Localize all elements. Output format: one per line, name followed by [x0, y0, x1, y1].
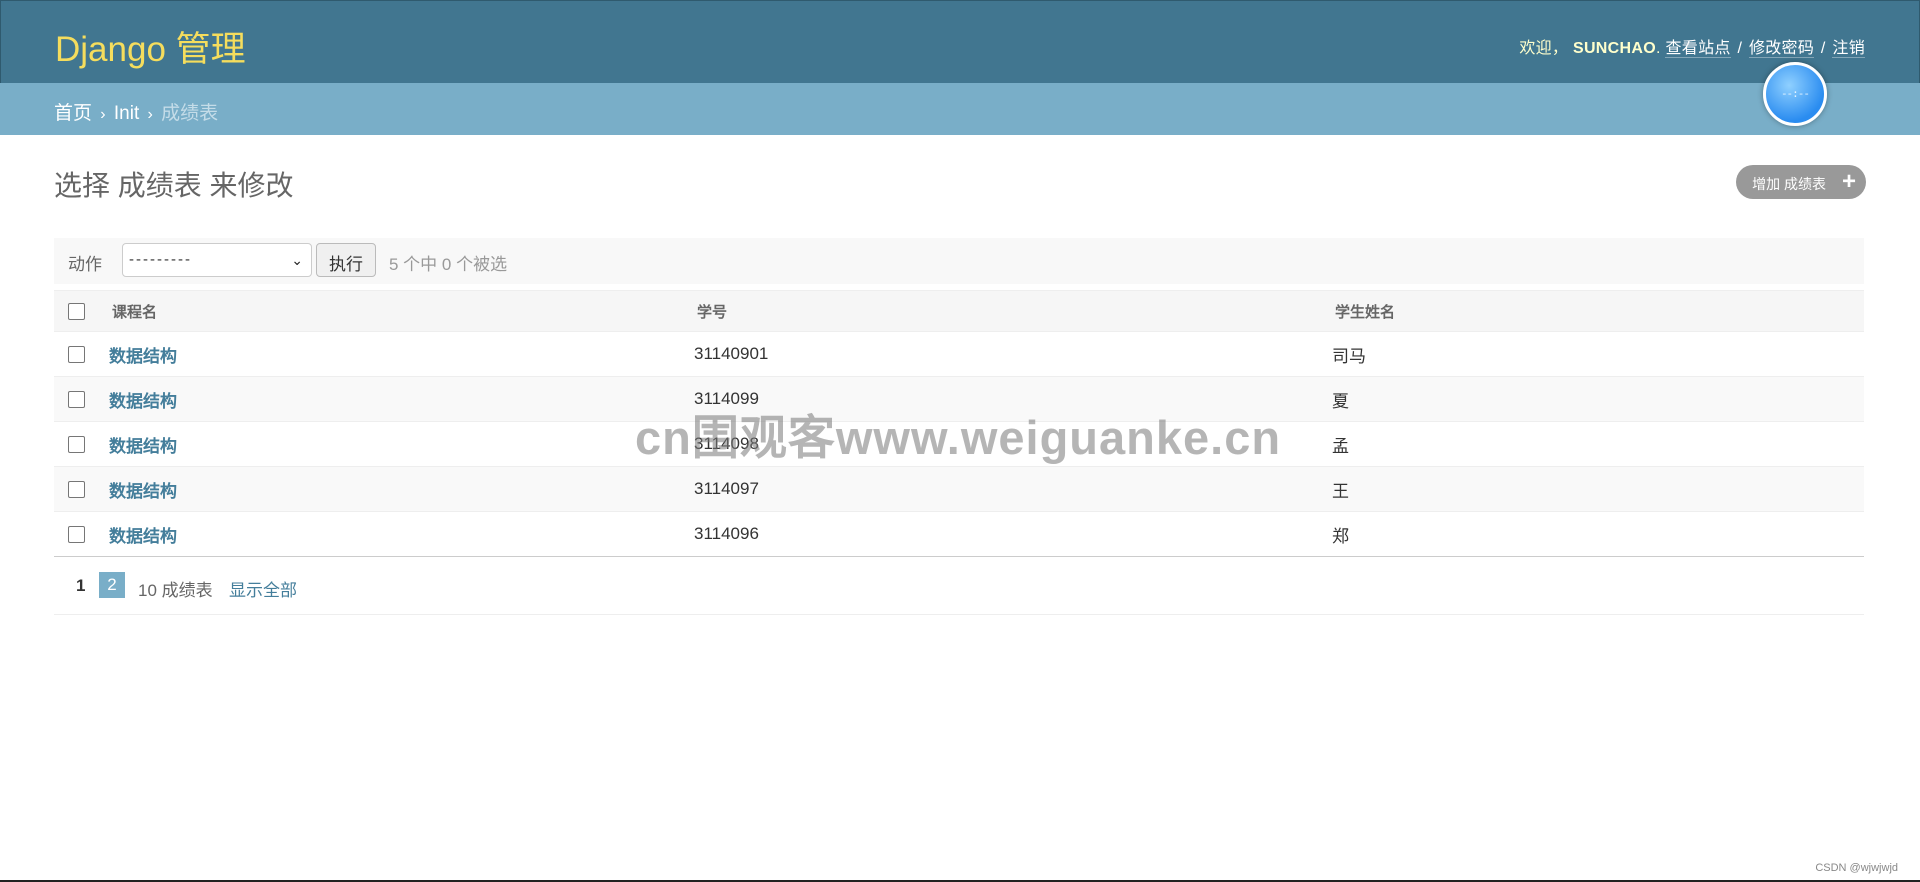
- selection-counter: 5 个中 0 个被选: [389, 255, 508, 274]
- course-link[interactable]: 数据结构: [109, 437, 177, 456]
- row-checkbox[interactable]: [68, 436, 85, 454]
- breadcrumb-home[interactable]: 首页: [54, 103, 92, 124]
- student-name-cell: 司马: [1332, 331, 1864, 377]
- add-button-label: 增加 成绩表: [1752, 176, 1826, 192]
- student-id-cell: 31140901: [694, 331, 1332, 377]
- table-row: 数据结构 3114096 郑: [54, 511, 1864, 557]
- site-branding[interactable]: Django 管理: [55, 21, 246, 72]
- row-checkbox[interactable]: [68, 526, 85, 544]
- row-checkbox[interactable]: [68, 346, 85, 364]
- student-name-cell: 王: [1332, 466, 1864, 512]
- change-password-link[interactable]: 修改密码: [1748, 40, 1815, 58]
- user-tools: 欢迎， SUNCHAO. 查看站点 / 修改密码 / 注销: [1519, 40, 1865, 58]
- course-link[interactable]: 数据结构: [109, 482, 177, 501]
- clock-text: --:--: [1780, 87, 1810, 100]
- actions-label: 动作: [68, 255, 102, 274]
- select-all-cell: [54, 290, 109, 332]
- breadcrumb-app[interactable]: Init: [114, 103, 139, 124]
- column-header-course[interactable]: 课程名: [109, 290, 694, 332]
- breadcrumb-separator: ›: [147, 106, 153, 123]
- table-row: 数据结构 3114097 王: [54, 466, 1864, 512]
- separator: /: [1820, 40, 1826, 57]
- view-site-link[interactable]: 查看站点: [1665, 40, 1731, 58]
- chevron-down-icon: ⌄: [291, 252, 303, 268]
- table-row: 数据结构 31140901 司马: [54, 331, 1864, 377]
- separator: /: [1737, 40, 1743, 57]
- current-page: 1: [76, 576, 86, 595]
- breadcrumb: 首页 › Init › 成绩表: [0, 83, 1920, 135]
- welcome-text: 欢迎，: [1519, 40, 1569, 57]
- row-checkbox[interactable]: [68, 391, 85, 409]
- breadcrumb-current: 成绩表: [161, 103, 219, 124]
- csdn-credit: CSDN @wjwjwjd: [1815, 862, 1898, 874]
- column-header-student-id[interactable]: 学号: [694, 290, 1332, 332]
- course-link[interactable]: 数据结构: [109, 392, 177, 411]
- watermark: cn围观客www.weiguanke.cn: [635, 411, 1282, 464]
- add-record-button[interactable]: 增加 成绩表 +: [1736, 165, 1866, 199]
- header: Django 管理 欢迎， SUNCHAO. 查看站点 / 修改密码 / 注销: [0, 0, 1920, 83]
- action-select[interactable]: --------- ⌄: [122, 243, 312, 277]
- action-select-value: ---------: [129, 251, 192, 268]
- page-title: 选择 成绩表 来修改: [54, 170, 294, 201]
- username: SUNCHAO: [1572, 40, 1656, 57]
- course-link[interactable]: 数据结构: [109, 527, 177, 546]
- course-link[interactable]: 数据结构: [109, 347, 177, 366]
- row-checkbox[interactable]: [68, 481, 85, 499]
- column-header-student-name[interactable]: 学生姓名: [1332, 290, 1864, 332]
- result-count: 10 成绩表: [138, 581, 213, 600]
- student-id-cell: 3114097: [694, 466, 1332, 512]
- floating-clock-widget[interactable]: --:--: [1763, 62, 1827, 126]
- student-id-cell: 3114096: [694, 511, 1332, 557]
- actions-bar: 动作 --------- ⌄ 执行 5 个中 0 个被选: [54, 238, 1864, 284]
- student-name-cell: 夏: [1332, 376, 1864, 422]
- table-header-row: 课程名 学号 学生姓名: [54, 290, 1864, 332]
- show-all-link[interactable]: 显示全部: [229, 576, 297, 601]
- page-link-2[interactable]: 2: [99, 572, 125, 598]
- select-all-checkbox[interactable]: [68, 302, 85, 320]
- student-name-cell: 孟: [1332, 421, 1864, 467]
- breadcrumb-separator: ›: [100, 106, 106, 123]
- logout-link[interactable]: 注销: [1832, 40, 1865, 58]
- go-button[interactable]: 执行: [316, 243, 376, 277]
- paginator: 1 2 10 成绩表 显示全部: [54, 558, 1864, 615]
- plus-icon: +: [1841, 168, 1856, 195]
- student-name-cell: 郑: [1332, 511, 1864, 557]
